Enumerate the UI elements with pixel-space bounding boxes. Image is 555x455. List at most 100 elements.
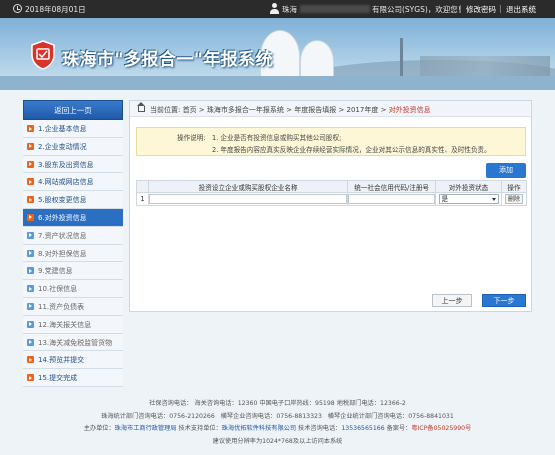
current-date: 2018年08月01日 [25,5,86,14]
sidebar-item[interactable]: 1.企业基本信息 [23,120,123,138]
row-index: 1 [136,192,149,206]
sidebar-item[interactable]: 4.网站或网店信息 [23,173,123,192]
footer-resolution-tip: 建议使用分辨率为1024*768及以上访问本系统 [212,437,343,445]
credit-code-input[interactable] [348,194,436,204]
instruction-line-2: 2. 年度报告内容应真实反映企业存续经营实际情况，企业对其公示信息的真实性、及时… [212,146,491,154]
welcome-company: 有限公司(SYGS)，欢迎您！ [372,5,466,14]
footer-sponsor: 珠海市工商行政管理局 [114,425,177,432]
sidebar-item[interactable]: 8.对外担保信息 [23,244,123,263]
add-button[interactable]: 添加 [486,163,526,178]
sidebar-item[interactable]: 11.资产负债表 [23,297,123,316]
sidebar-item-label: 3.股东及出资信息 [38,160,94,169]
arrow-bullet-icon [27,338,34,346]
arrow-bullet-icon [27,142,34,150]
sidebar-item[interactable]: 12.海关报关信息 [23,315,123,334]
clock-icon [13,4,22,13]
sidebar-nav: 1.企业基本信息 2.企业变动情况 3.股东及出资信息 4.网站或网店信息 5.股权变更… [23,120,123,387]
change-password-link[interactable]: 修改密码 [466,4,496,15]
sidebar-item[interactable]: 13.海关减免税监管货物 [23,333,123,352]
redacted-company-name [300,5,370,13]
arrow-bullet-icon [27,267,34,275]
sidebar-item-label: 11.资产负债表 [38,302,85,311]
sidebar-item-label: 7.资产状况信息 [38,231,87,240]
instructions-label: 操作说明: [177,134,206,142]
breadcrumb: 当前位置: 首页 > 珠海市多报合一年报系统 > 年度报告填报 > 2017年度… [130,101,531,117]
separator: | [459,4,462,13]
next-step-button[interactable]: 下一步 [482,294,526,307]
arrow-bullet-icon [27,249,34,257]
arrow-bullet-icon [27,196,34,204]
arrow-bullet-icon [27,160,34,168]
sidebar-item-label: 15.提交完成 [38,374,78,383]
top-bar: 2018年08月01日 珠海 有限公司(SYGS)，欢迎您！ | 修改密码 | … [0,0,555,18]
sidebar: 返回上一页 1.企业基本信息 2.企业变动情况 3.股东及出资信息 4.网站或网店信息… [23,100,123,387]
arrow-bullet-icon [27,213,34,221]
table-header-row: 投资设立企业或购买股权企业名称 统一社会信用代码/注册号 对外投资状态 操作 [136,180,528,193]
separator: | [499,4,502,13]
system-title: 珠海市"多报合一"年报系统 [62,50,274,70]
investment-status-select[interactable]: 是 [438,194,499,204]
main-panel: 当前位置: 首页 > 珠海市多报合一年报系统 > 年度报告填报 > 2017年度… [129,100,532,312]
column-header-investment-status: 对外投资状态 [435,180,502,193]
sidebar-item[interactable]: 7.资产状况信息 [23,226,123,245]
sidebar-item-label: 2.企业变动情况 [38,142,87,151]
company-name-input[interactable] [148,194,348,204]
sidebar-item[interactable]: 5.股权变更信息 [23,191,123,209]
column-header-credit-code: 统一社会信用代码/注册号 [347,180,437,193]
sidebar-item-label: 14.预览并提交 [38,356,85,365]
back-button[interactable]: 返回上一页 [23,100,123,120]
sidebar-item[interactable]: 14.预览并提交 [23,351,123,370]
footer-hotlines: 社保咨询电话： 海关咨询电话：12360 中国电子口岸热线：95198 地税部门… [149,400,406,407]
sidebar-item-label: 6.对外投资信息 [38,213,87,222]
footer-icp-label: 备案号： [384,425,412,432]
shield-logo-icon [31,40,55,70]
table-row: 1 是 删除 [136,192,528,206]
sidebar-item[interactable]: 15.提交完成 [23,369,123,387]
footer-sponsor-label: 主办单位： [83,425,115,432]
sidebar-item[interactable]: 3.股东及出资信息 [23,155,123,174]
sidebar-item-label: 13.海关减免税监管货物 [38,338,113,347]
user-icon [270,3,279,14]
sidebar-item[interactable]: 9.党建信息 [23,262,123,281]
sidebar-item-label: 1.企业基本信息 [38,125,87,133]
arrow-bullet-icon [27,356,34,364]
delete-button[interactable]: 删除 [504,194,523,204]
user-name: 珠海 [282,5,297,14]
arrow-bullet-icon [27,302,34,310]
sidebar-item[interactable]: 10.社保信息 [23,280,123,298]
previous-step-button[interactable]: 上一步 [432,294,472,307]
footer-phone-label: 技术咨询电话： [296,425,342,432]
investment-status-value: 是 [441,195,449,203]
investment-table: 投资设立企业或购买股权企业名称 统一社会信用代码/注册号 对外投资状态 操作 1… [136,180,528,206]
sidebar-item[interactable]: 6.对外投资信息 [23,208,123,227]
logout-link[interactable]: 退出系统 [506,4,536,15]
footer-icp: 粤ICP备05025990号 [411,425,472,432]
chevron-down-icon [491,198,496,201]
footer-support-label: 技术支持单位： [176,425,222,432]
footer: 社保咨询电话： 海关咨询电话：12360 中国电子口岸热线：95198 地税部门… [0,398,555,448]
column-header-company-name: 投资设立企业或购买股权企业名称 [147,180,349,193]
instructions-box: 操作说明: 1. 企业是否有投资信息或购买其他公司股权; 2. 年度报告内容应真… [136,127,526,156]
header-banner: 珠海市"多报合一"年报系统 [0,18,555,90]
sidebar-item-label: 10.社保信息 [38,285,78,294]
banner-city [420,56,550,76]
footer-consult-phones: 珠海统计部门咨询电话：0756-2120266 ⁣ ⁣ 横琴企业咨询电话：075… [101,412,454,420]
sidebar-item-label: 4.网站或网店信息 [38,178,94,187]
banner-sea [0,76,555,90]
arrow-bullet-icon [27,125,34,132]
footer-sponsors: 主办单位：珠海市工商行政管理局 技术支持单位：珠海优拓软件科技有限公司 技术咨询… [0,423,555,436]
sidebar-item[interactable]: 2.企业变动情况 [23,137,123,156]
footer-phone: 13536565166 [341,425,385,432]
column-header-action: 操作 [500,180,528,193]
breadcrumb-current: 对外投资信息 [388,106,431,114]
sidebar-item-label: 8.对外担保信息 [38,249,87,258]
column-header-index [136,180,149,193]
banner-tower [400,38,403,78]
sidebar-item-label: 12.海关报关信息 [38,320,92,329]
sidebar-item-label: 9.党建信息 [38,267,73,276]
footer-support: 珠海优拓软件科技有限公司 [221,425,297,432]
breadcrumb-path[interactable]: 当前位置: 首页 > 珠海市多报合一年报系统 > 年度报告填报 > 2017年度… [150,106,389,114]
arrow-bullet-icon [27,231,34,239]
arrow-bullet-icon [27,374,34,382]
arrow-bullet-icon [27,285,34,293]
